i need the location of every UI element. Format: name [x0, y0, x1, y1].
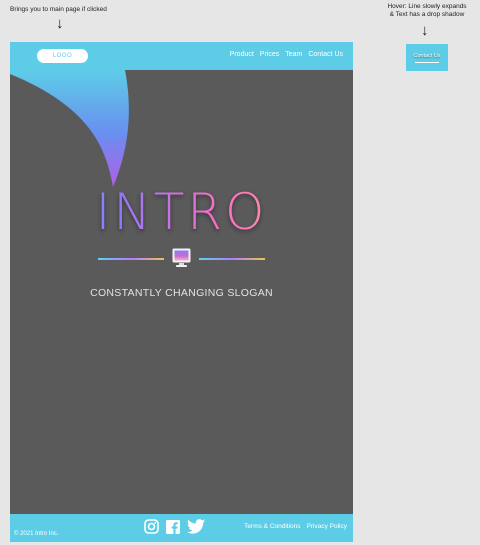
nav-link-team[interactable]: Team	[285, 51, 302, 58]
footer-links: Terms & Conditions Privacy Policy	[244, 523, 347, 530]
hover-example-label: Contact Us	[413, 52, 441, 59]
instagram-icon[interactable]	[144, 519, 159, 534]
page-mockup: LOGO Product Prices Team Contact Us INTR…	[10, 42, 353, 542]
hover-annotation-line1: Hover: Line slowly expands	[387, 3, 467, 10]
down-arrow-icon: ↓	[421, 22, 429, 39]
logo-annotation: Brings you to main page if clicked	[10, 6, 107, 13]
down-arrow-icon: ↓	[56, 15, 64, 32]
social-icons	[144, 519, 205, 534]
facebook-icon[interactable]	[166, 519, 180, 534]
hover-annotation: Hover: Line slowly expands & Text has a …	[382, 3, 472, 19]
twitter-icon[interactable]	[187, 519, 205, 534]
nav-link-product[interactable]: Product	[230, 51, 254, 58]
footer: © 2021 Intro Inc. Terms & Conditions Pri…	[10, 514, 353, 542]
nav-link-contact-us[interactable]: Contact Us	[308, 51, 343, 58]
nav-link-prices[interactable]: Prices	[260, 51, 279, 58]
terms-link[interactable]: Terms & Conditions	[244, 523, 300, 530]
logo-button[interactable]: LOGO	[37, 49, 88, 63]
contact-us-hover-example[interactable]: Contact Us	[406, 44, 448, 71]
copyright-text: © 2021 Intro Inc.	[14, 531, 59, 537]
monitor-icon	[172, 248, 191, 267]
divider-line-left	[98, 258, 164, 260]
hero-title: INTRO	[10, 187, 353, 237]
divider-line-right	[199, 258, 265, 260]
hover-annotation-line2: & Text has a drop shadow	[389, 11, 465, 19]
top-navbar: LOGO Product Prices Team Contact Us	[10, 42, 353, 70]
hero-slogan: CONSTANTLY CHANGING SLOGAN	[90, 287, 273, 299]
hover-underline	[415, 61, 439, 63]
nav-links: Product Prices Team Contact Us	[230, 51, 343, 58]
privacy-link[interactable]: Privacy Policy	[307, 523, 347, 530]
